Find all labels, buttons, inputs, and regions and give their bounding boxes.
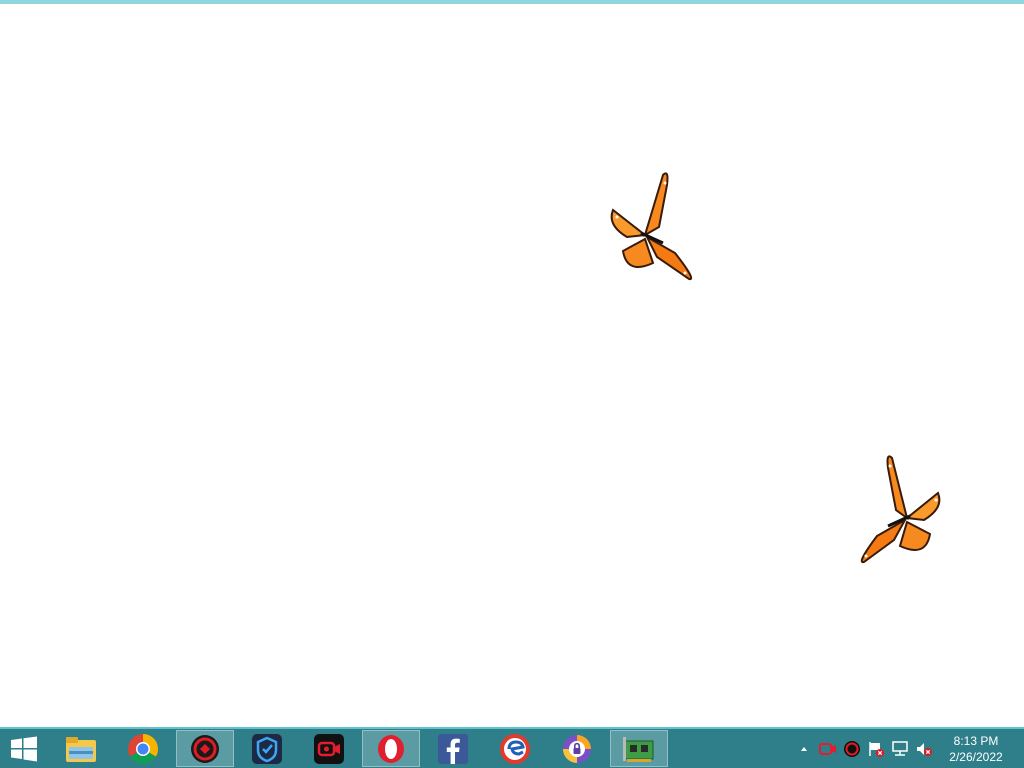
clock-date: 2/26/2022 bbox=[949, 749, 1003, 764]
taskbar-security-app[interactable] bbox=[176, 730, 234, 767]
volume-muted-icon bbox=[917, 742, 932, 756]
video-camera-icon bbox=[819, 742, 836, 755]
taskbar-file-explorer[interactable] bbox=[52, 730, 110, 767]
taskbar-network-card[interactable] bbox=[610, 730, 668, 767]
network-card-icon bbox=[623, 736, 654, 762]
system-tray: 8:13 PM 2/26/2022 bbox=[792, 729, 1024, 768]
windows-logo-icon bbox=[11, 736, 37, 761]
opera-icon bbox=[378, 734, 404, 763]
tray-security[interactable] bbox=[840, 729, 864, 768]
taskbar-opera[interactable] bbox=[362, 730, 420, 767]
facebook-icon bbox=[438, 733, 468, 764]
chrome-icon bbox=[128, 733, 159, 764]
lock-icon bbox=[563, 734, 591, 763]
taskbar-privacy-app[interactable] bbox=[548, 730, 606, 767]
taskbar: 8:13 PM 2/26/2022 bbox=[0, 727, 1024, 768]
flag-icon bbox=[869, 741, 884, 757]
browser-icon bbox=[500, 733, 530, 764]
clock-time: 8:13 PM bbox=[953, 733, 999, 748]
taskbar-uc-browser[interactable] bbox=[486, 730, 544, 767]
taskbar-screen-recorder[interactable] bbox=[300, 730, 358, 767]
tray-volume[interactable] bbox=[912, 729, 936, 768]
tray-action-center[interactable] bbox=[864, 729, 888, 768]
taskbar-clock[interactable]: 8:13 PM 2/26/2022 bbox=[936, 729, 1016, 768]
chevron-up-icon bbox=[801, 746, 807, 751]
start-button[interactable] bbox=[0, 729, 48, 768]
show-desktop-button[interactable] bbox=[1016, 729, 1024, 768]
show-hidden-icons-button[interactable] bbox=[792, 729, 816, 768]
taskbar-facebook[interactable] bbox=[424, 730, 482, 767]
vpn-shield-icon bbox=[252, 733, 282, 764]
taskbar-google-chrome[interactable] bbox=[114, 730, 172, 767]
folder-icon bbox=[66, 736, 96, 762]
window-edge bbox=[0, 0, 1024, 4]
butterfly-icon bbox=[610, 172, 693, 281]
taskbar-vpn-app[interactable] bbox=[238, 730, 296, 767]
video-camera-icon bbox=[314, 733, 344, 764]
tray-screen-recorder[interactable] bbox=[816, 729, 840, 768]
security-tray-icon bbox=[844, 740, 860, 757]
tray-network[interactable] bbox=[888, 729, 912, 768]
butterfly-icon bbox=[860, 455, 941, 564]
shield-red-icon bbox=[191, 734, 219, 763]
desktop[interactable] bbox=[0, 0, 1024, 727]
network-icon bbox=[892, 740, 908, 756]
